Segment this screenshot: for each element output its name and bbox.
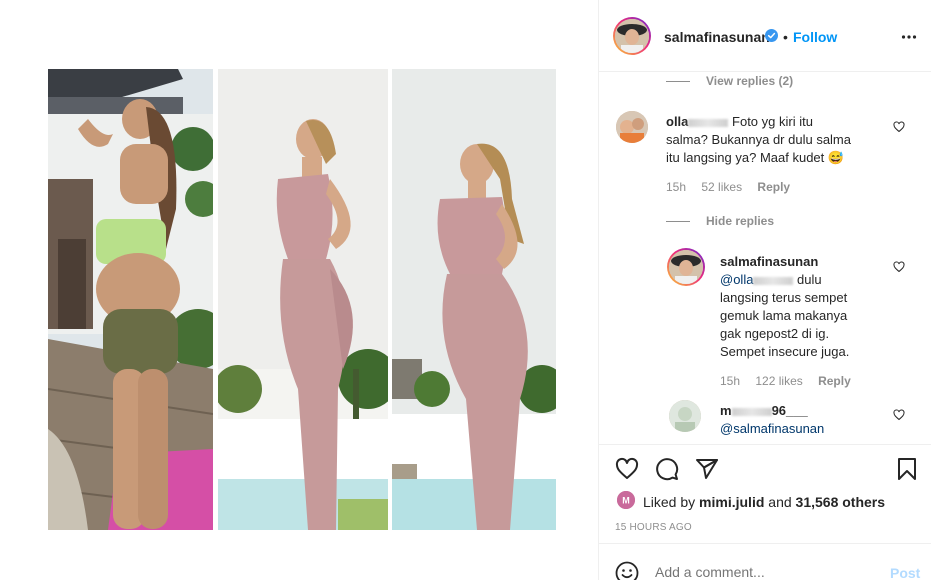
photo-panel-after-2 — [392, 69, 556, 530]
comment-like-heart-icon[interactable] — [893, 409, 905, 421]
photo-panel-after-1 — [218, 69, 388, 530]
likes-summary: Liked by mimi.julid and 31,568 others — [643, 494, 886, 510]
liked-by-others-link[interactable]: 31,568 others — [796, 494, 886, 510]
comment-like-heart-icon[interactable] — [893, 261, 905, 273]
post-comment-button[interactable]: Post — [890, 565, 920, 580]
follow-button[interactable]: Follow — [793, 29, 837, 45]
comment-1-username[interactable]: olla — [666, 114, 729, 129]
author-avatar[interactable] — [613, 17, 651, 55]
comment-1-time: 15h — [666, 180, 687, 194]
comment-1-meta: 15h 52 likes Reply — [666, 180, 802, 194]
like-heart-icon[interactable] — [615, 457, 639, 481]
comment-2-text: salmafinasunan @olla dulu langsing terus… — [720, 254, 850, 359]
comment-3-mention[interactable]: @salmafinasunan — [720, 421, 824, 436]
verified-badge-icon — [765, 29, 778, 42]
emoji-smile-icon[interactable] — [615, 561, 639, 580]
save-bookmark-icon[interactable] — [895, 457, 919, 481]
photo-panel-before — [48, 69, 213, 530]
post-timestamp[interactable]: 15 HOURS AGO — [615, 522, 692, 533]
redacted-username-blur — [753, 276, 794, 285]
view-replies-button[interactable]: View replies (2) — [706, 74, 793, 88]
comments-list[interactable]: View replies (2) olla Foto yg kiri itu s… — [599, 73, 931, 444]
redacted-username-blur — [688, 118, 729, 127]
separator-dot: • — [783, 29, 788, 45]
comment-2-time: 15h — [720, 374, 741, 388]
comment-2-meta: 15h 122 likes Reply — [720, 374, 863, 388]
redacted-username-blur — [731, 407, 772, 416]
comment-2-reply-button[interactable]: Reply — [818, 374, 851, 388]
comment-1-likes[interactable]: 52 likes — [701, 180, 742, 194]
comment-1-text: olla Foto yg kiri itu salma? Bukannya dr… — [666, 114, 851, 165]
share-paper-plane-icon[interactable] — [695, 457, 719, 481]
commenter-avatar[interactable] — [616, 111, 648, 143]
liker-avatar[interactable]: M — [617, 491, 635, 509]
replies-divider-line — [666, 221, 690, 222]
comment-2-likes[interactable]: 122 likes — [755, 374, 802, 388]
author-username[interactable]: salmafinasunan — [664, 29, 770, 45]
comment-1-reply-button[interactable]: Reply — [757, 180, 790, 194]
add-comment-bar: Post — [599, 543, 931, 580]
comment-2-username[interactable]: salmafinasunan — [720, 254, 818, 269]
svg-text:M: M — [622, 496, 630, 506]
comment-3-text: m 96___ @salmafinasunan — [720, 402, 890, 438]
commenter-avatar[interactable] — [669, 400, 701, 432]
hide-replies-button[interactable]: Hide replies — [706, 214, 774, 228]
post-media[interactable] — [0, 0, 598, 580]
comment-like-heart-icon[interactable] — [893, 121, 905, 133]
comment-2-mention[interactable]: @olla — [720, 272, 794, 287]
add-comment-input[interactable] — [655, 564, 875, 580]
post-sidebar: salmafinasunan • Follow View replies (2) — [598, 0, 931, 580]
replies-divider-line — [666, 81, 690, 82]
post-actions: M Liked by mimi.julid and 31,568 others … — [599, 444, 931, 542]
post-header: salmafinasunan • Follow — [599, 0, 931, 72]
comment-3-username[interactable]: m 96___ — [720, 403, 808, 418]
reply-author-avatar[interactable] — [667, 248, 705, 286]
more-horizontal-icon[interactable] — [901, 29, 917, 45]
comment-bubble-icon[interactable] — [655, 457, 679, 481]
liked-by-username[interactable]: mimi.julid — [699, 494, 764, 510]
